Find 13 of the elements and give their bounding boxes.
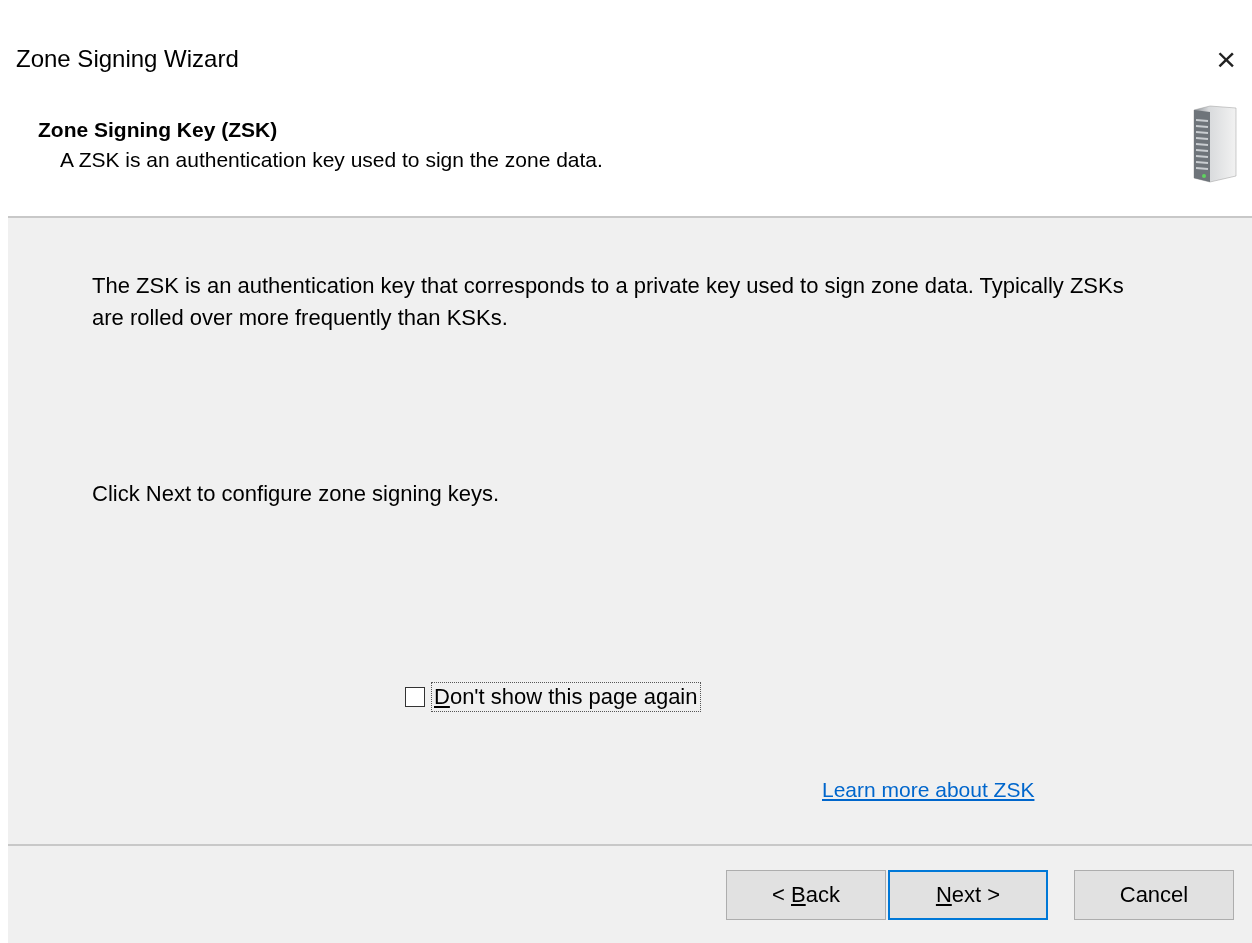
- page-subtitle: A ZSK is an authentication key used to sign the zone data.: [59, 148, 603, 172]
- next-button[interactable]: Next >: [888, 869, 1048, 920]
- description-text: The ZSK is an authentication key that corresponds to a private key used to sign zone data. Typically ZSKs are rolled over more frequently than KSKs.: [92, 272, 1125, 332]
- description-text: Click Next to configure zone signing keys.: [92, 480, 501, 508]
- window-title: Zone Signing Wizard: [16, 45, 239, 73]
- checkbox[interactable]: [405, 687, 425, 707]
- checkbox-label[interactable]: Don't show this page again: [431, 682, 701, 712]
- learn-more-link[interactable]: Learn more about ZSK: [822, 778, 1035, 802]
- server-icon: [1190, 104, 1240, 184]
- back-button[interactable]: < Back: [726, 869, 886, 920]
- page-title: Zone Signing Key (ZSK): [38, 118, 279, 142]
- close-icon[interactable]: ×: [1216, 42, 1236, 76]
- cancel-button[interactable]: Cancel: [1074, 869, 1234, 920]
